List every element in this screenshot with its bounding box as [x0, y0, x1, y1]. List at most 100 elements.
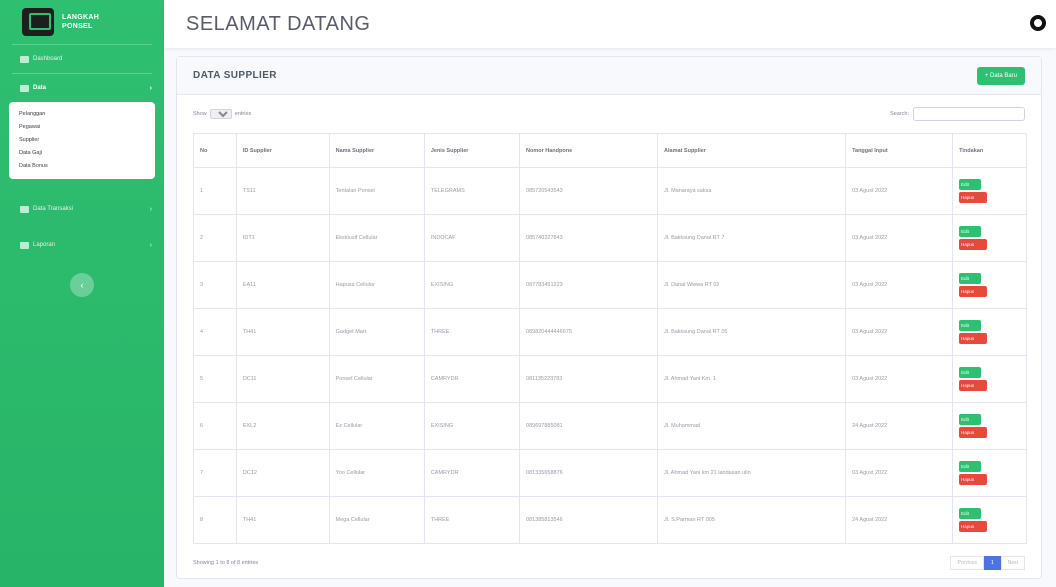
- cell-id: TS11: [235, 167, 330, 215]
- table-row: 5 DC11 Ponsel Cellular CAMRYDR 081135223…: [193, 355, 1027, 403]
- cell-tindakan: Edit Hapus: [952, 496, 1027, 544]
- chevron-down-icon: ›: [149, 84, 152, 92]
- table-row: 2 IDT1 Eksklusif Cellular INDOCAF 085740…: [193, 214, 1027, 262]
- cell-tanggal: 03 Agust 2022: [845, 214, 954, 262]
- cell-alamat: Jl. Bakksung Danal RT 05: [657, 308, 847, 356]
- cell-jenis: CAMRYDR: [423, 355, 521, 403]
- cell-id: TH41: [235, 308, 330, 356]
- table-header-row: No ID Supplier Nama Supplier Jenis Suppl…: [193, 133, 1027, 168]
- sidebar-item-laporan[interactable]: Laporan ›: [0, 231, 164, 259]
- delete-button[interactable]: Hapus: [959, 474, 988, 485]
- cell-alamat: Jl. Manaraya saksa: [657, 167, 847, 215]
- cell-no: 4: [193, 308, 237, 356]
- delete-button[interactable]: Hapus: [959, 192, 988, 203]
- search-wrap: Search:: [890, 107, 1025, 121]
- header-tanggal-input[interactable]: Tanggal Input: [845, 133, 954, 168]
- cell-no: 7: [193, 449, 237, 497]
- submenu-item-pelanggan[interactable]: Pelanggan: [9, 108, 155, 121]
- header-no[interactable]: No: [193, 133, 237, 168]
- previous-button[interactable]: Previous: [950, 556, 984, 570]
- sidebar-item-transaksi[interactable]: Data Transaksi ›: [0, 195, 164, 223]
- cell-jenis: TELEGRAMS: [423, 167, 521, 215]
- supplier-card: DATA SUPPLIER + Data Baru Show 10 entrie…: [176, 56, 1042, 579]
- submenu-item-pegawai[interactable]: Pegawai: [9, 121, 155, 134]
- header-id-supplier[interactable]: ID Supplier: [235, 133, 330, 168]
- edit-button[interactable]: Edit: [959, 320, 982, 331]
- next-button[interactable]: Next: [1000, 556, 1025, 570]
- sidebar-item-data[interactable]: Data ›: [0, 74, 164, 102]
- edit-button[interactable]: Edit: [959, 508, 982, 519]
- card-header: DATA SUPPLIER + Data Baru: [177, 57, 1041, 95]
- sidebar-item-dashboard[interactable]: Dashboard: [0, 45, 164, 73]
- cell-jenis: EXISING: [423, 261, 521, 309]
- cell-tindakan: Edit Hapus: [952, 214, 1027, 262]
- delete-button[interactable]: Hapus: [959, 380, 988, 391]
- delete-button[interactable]: Hapus: [959, 521, 988, 532]
- cell-alamat: Jl. S.Parman RT 005: [657, 496, 847, 544]
- supplier-table: No ID Supplier Nama Supplier Jenis Suppl…: [193, 133, 1027, 544]
- chevron-right-icon: ›: [149, 205, 152, 213]
- user-avatar-icon[interactable]: [1030, 15, 1046, 31]
- submenu-item-data-gaji[interactable]: Data Gaji: [9, 147, 155, 160]
- cell-no: 1: [193, 167, 237, 215]
- sidebar-toggle-button[interactable]: ‹: [70, 273, 94, 297]
- cell-no: 6: [193, 402, 237, 450]
- header-nomor-handpone[interactable]: Nomor Handpone: [519, 133, 659, 168]
- search-input[interactable]: [913, 107, 1025, 121]
- cell-id: DC12: [235, 449, 330, 497]
- cell-alamat: Jl. Ahmad Yani km 21 landasan ulin: [657, 449, 847, 497]
- card-title: DATA SUPPLIER: [193, 70, 277, 81]
- submenu-item-supplier[interactable]: Supplier: [9, 134, 155, 147]
- edit-button[interactable]: Edit: [959, 273, 982, 284]
- pagination: Previous 1 Next: [950, 556, 1025, 570]
- show-label: Show: [193, 111, 207, 117]
- table-row: 4 TH41 Gadget Mart THREE 089820444446675…: [193, 308, 1027, 356]
- entries-select[interactable]: 10: [209, 109, 232, 119]
- page-button[interactable]: 1: [983, 556, 1001, 570]
- header-jenis-supplier[interactable]: Jenis Supplier: [423, 133, 521, 168]
- table-row: 3 EA11 Hapusa Cellular EXISING 087783451…: [193, 261, 1027, 309]
- submenu-item-data-bonus[interactable]: Data Bonus: [9, 160, 155, 173]
- cell-nama: Ponsel Cellular: [328, 355, 425, 403]
- cell-nama: Eksklusif Cellular: [328, 214, 425, 262]
- delete-button[interactable]: Hapus: [959, 333, 988, 344]
- cell-no: 5: [193, 355, 237, 403]
- table-footer: Showing 1 to 8 of 8 entries Previous 1 N…: [193, 556, 1025, 570]
- delete-button[interactable]: Hapus: [959, 427, 988, 438]
- cell-nama: Hapusa Cellular: [328, 261, 425, 309]
- brand[interactable]: LANGKAH PONSEL: [0, 0, 164, 44]
- edit-button[interactable]: Edit: [959, 367, 982, 378]
- cell-jenis: EXISING: [423, 402, 521, 450]
- cell-nama: Gadget Mart: [328, 308, 425, 356]
- cell-hp: 081335658876: [519, 449, 659, 497]
- sidebar-item-label: Laporan: [33, 242, 56, 248]
- cell-tindakan: Edit Hapus: [952, 449, 1027, 497]
- cell-hp: 087783451223: [519, 261, 659, 309]
- table-controls: Show 10 entries Search:: [177, 95, 1041, 127]
- cell-hp: 081135223783: [519, 355, 659, 403]
- edit-button[interactable]: Edit: [959, 461, 982, 472]
- cell-alamat: Jl. Ahmad Yani Km. 1: [657, 355, 847, 403]
- edit-button[interactable]: Edit: [959, 226, 982, 237]
- header-alamat-supplier[interactable]: Alamat Supplier: [657, 133, 847, 168]
- cell-tindakan: Edit Hapus: [952, 402, 1027, 450]
- cell-tanggal: 03 Agust 2022: [845, 308, 954, 356]
- entries-label: entries: [234, 111, 252, 117]
- add-data-button[interactable]: + Data Baru: [976, 66, 1025, 85]
- cell-tindakan: Edit Hapus: [952, 261, 1027, 309]
- delete-button[interactable]: Hapus: [959, 239, 988, 250]
- cell-tanggal: 24 Agust 2022: [845, 496, 954, 544]
- cell-tanggal: 03 Agust 2022: [845, 449, 954, 497]
- cell-tanggal: 03 Agust 2022: [845, 167, 954, 215]
- report-icon: [20, 241, 29, 249]
- delete-button[interactable]: Hapus: [959, 286, 988, 297]
- database-icon: [20, 84, 29, 92]
- header-nama-supplier[interactable]: Nama Supplier: [328, 133, 425, 168]
- edit-button[interactable]: Edit: [959, 179, 982, 190]
- cell-hp: 089820444446675: [519, 308, 659, 356]
- header-tindakan: Tindakan: [952, 133, 1027, 168]
- cell-hp: 085720543543: [519, 167, 659, 215]
- cell-alamat: Jl. Bakksung Danal RT 7: [657, 214, 847, 262]
- edit-button[interactable]: Edit: [959, 414, 982, 425]
- cell-alamat: Jl. Danal Wwwa RT 02: [657, 261, 847, 309]
